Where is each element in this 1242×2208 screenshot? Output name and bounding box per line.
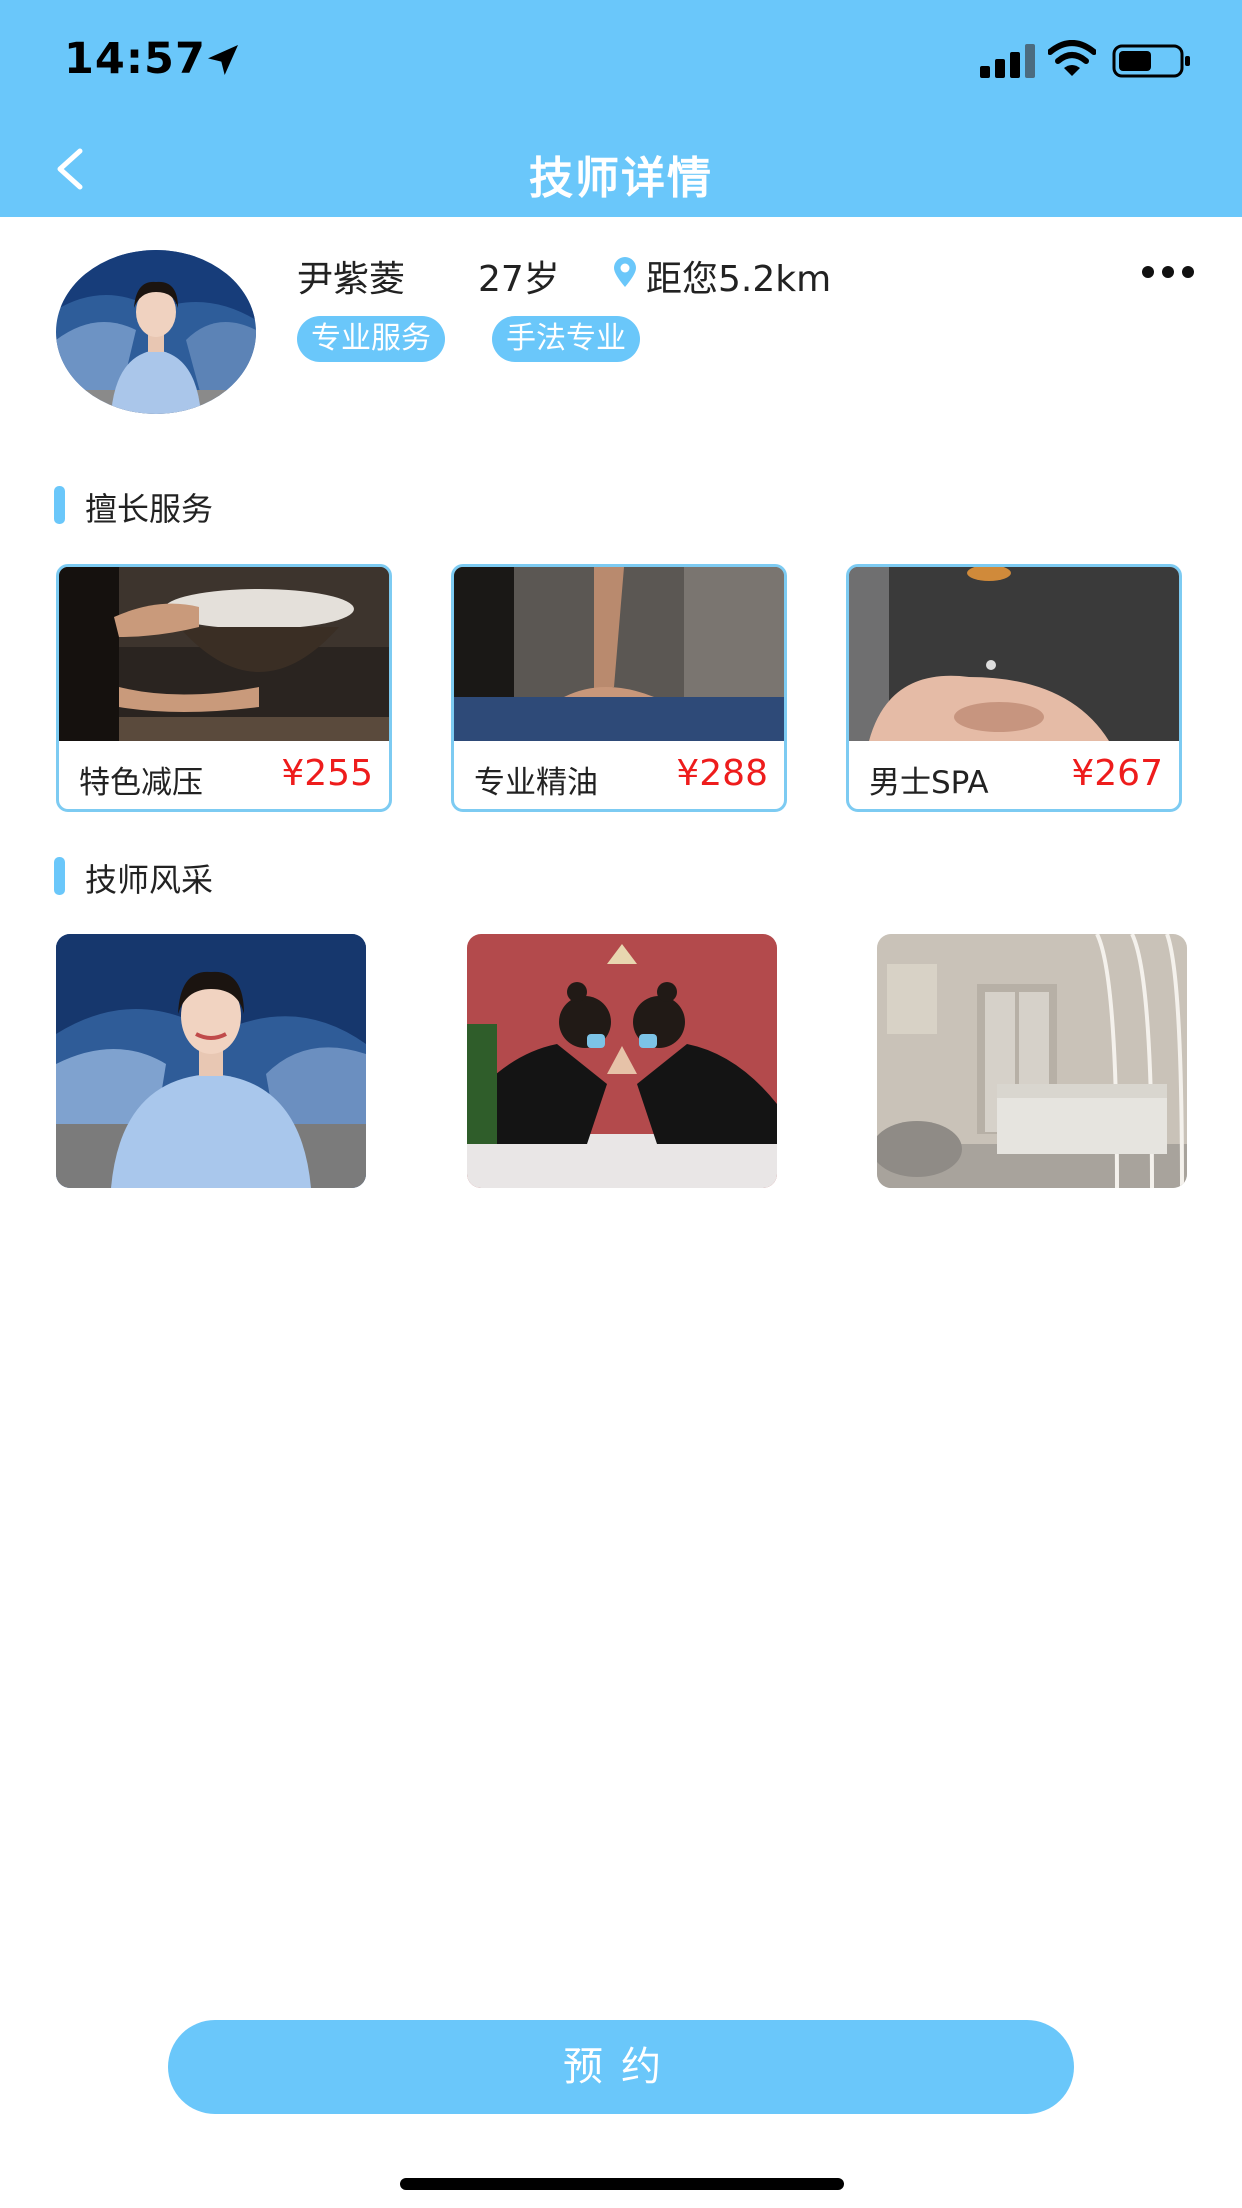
service-card[interactable]: 男士SPA ¥267 <box>846 564 1182 812</box>
tag-badge: 专业服务 <box>297 316 445 362</box>
tag-badge: 手法专业 <box>492 316 640 362</box>
service-image <box>454 567 784 741</box>
service-card[interactable]: 专业精油 ¥288 <box>451 564 787 812</box>
more-dots-icon[interactable] <box>1140 262 1196 282</box>
service-name: 特色减压 <box>79 765 203 801</box>
technician-distance: 距您5.2km <box>646 259 832 300</box>
home-indicator <box>400 2178 844 2190</box>
section-marker <box>54 486 65 524</box>
wifi-icon <box>1048 40 1096 76</box>
service-name: 专业精油 <box>474 765 598 801</box>
battery-icon <box>1112 44 1190 78</box>
service-image <box>59 567 389 741</box>
technician-name: 尹紫菱 <box>297 259 406 300</box>
service-price: ¥267 <box>1071 753 1163 794</box>
service-card[interactable]: 特色减压 ¥255 <box>56 564 392 812</box>
service-price: ¥288 <box>676 753 768 794</box>
page-title: 技师详情 <box>529 153 713 204</box>
gallery-photo-room[interactable] <box>877 934 1187 1188</box>
section-title-gallery: 技师风采 <box>85 861 214 899</box>
service-price: ¥255 <box>281 753 373 794</box>
service-name: 男士SPA <box>869 765 989 801</box>
gallery-photo-portrait[interactable] <box>56 934 366 1188</box>
section-marker <box>54 857 65 895</box>
avatar[interactable] <box>56 250 256 414</box>
service-image <box>849 567 1179 741</box>
status-time: 14:57 <box>64 34 206 84</box>
technician-age: 27岁 <box>478 259 560 300</box>
gallery-photo-therapists[interactable] <box>467 934 777 1188</box>
location-pin-icon <box>614 257 636 287</box>
signal-icon <box>980 44 1035 78</box>
location-arrow-icon <box>208 45 238 75</box>
book-button[interactable]: 预约 <box>168 2020 1074 2114</box>
section-title-services: 擅长服务 <box>85 490 214 528</box>
